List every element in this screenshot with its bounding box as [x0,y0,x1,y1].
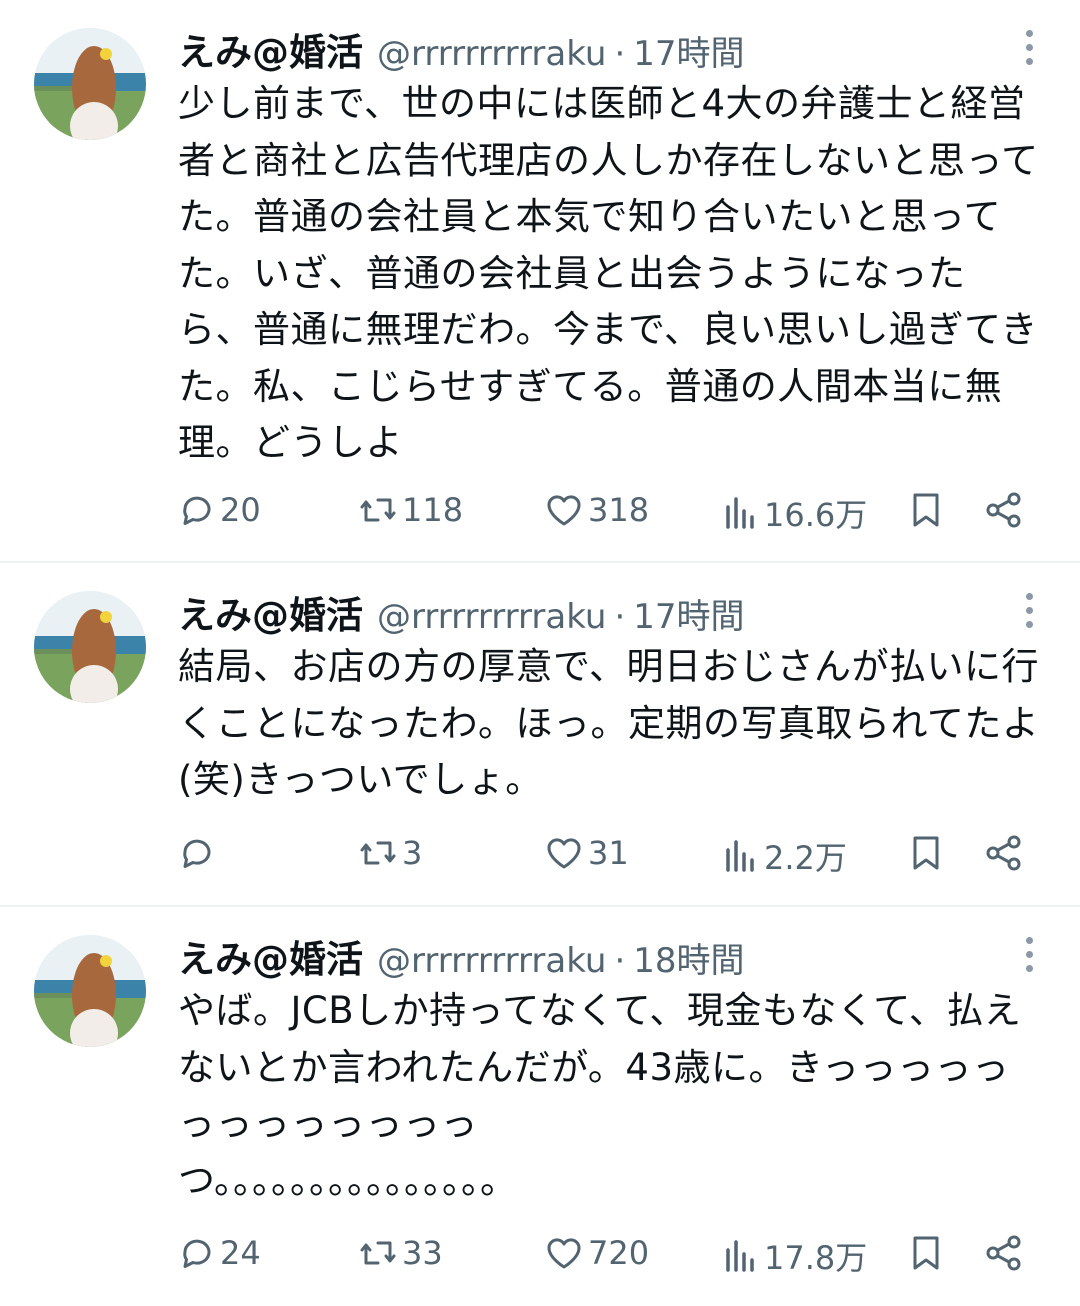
bookmark-icon [913,493,939,527]
share-button[interactable] [984,1233,1024,1273]
reply-icon [183,496,211,525]
user-handle[interactable]: @rrrrrrrrrraku [377,941,606,981]
reply-button[interactable] [176,833,220,873]
like-count: 31 [588,834,629,872]
views-count: 17.8万 [764,1239,868,1277]
tweet-text: 少し前まで、世の中には医師と4大の弁護士と経営者と商社と広告代理店の人しか存在し… [178,82,1039,464]
avatar[interactable] [34,591,146,703]
display-name[interactable]: えみ@婚活 [178,585,363,639]
reply-icon [183,1239,211,1268]
avatar[interactable] [34,935,146,1047]
heart-icon [547,495,581,526]
separator-dot: · [614,34,626,74]
like-button[interactable]: 720 [544,1233,649,1273]
tweet[interactable]: えみ@婚活 @rrrrrrrrrraku · 17時間 結局、お店の方の厚意で、… [0,563,1080,907]
timestamp[interactable]: 17時間 [633,589,744,638]
bookmark-button[interactable] [906,490,946,530]
share-icon [986,1235,1021,1271]
more-options-icon[interactable] [1022,937,1036,977]
bookmark-button[interactable] [906,1233,946,1273]
bar-chart-icon [726,840,754,872]
display-name[interactable]: えみ@婚活 [178,929,363,983]
share-icon [986,835,1021,871]
views-count: 2.2万 [764,839,847,877]
more-options-icon[interactable] [1022,30,1036,70]
reply-button[interactable]: 20 [176,490,261,530]
timestamp[interactable]: 17時間 [633,26,744,75]
reply-icon [183,839,211,868]
separator-dot: · [614,597,626,637]
retweet-count: 33 [402,1234,443,1272]
more-options-icon[interactable] [1022,593,1036,633]
like-button[interactable]: 31 [544,833,629,873]
tweet[interactable]: えみ@婚活 @rrrrrrrrrraku · 18時間 やば。JCBしか持ってな… [0,907,1080,1306]
retweet-button[interactable]: 3 [358,833,422,873]
tweet[interactable]: えみ@婚活 @rrrrrrrrrraku · 17時間 少し前まで、世の中には医… [0,0,1080,563]
bookmark-icon [913,836,939,870]
heart-icon [547,1238,581,1269]
retweet-icon [360,841,396,865]
retweet-button[interactable]: 33 [358,1233,443,1273]
display-name[interactable]: えみ@婚活 [178,22,363,76]
reply-count: 24 [220,1234,261,1272]
tweet-text: 結局、お店の方の厚意で、明日おじさんが払いに行くことになったわ。ほっ。定期の写真… [178,645,1040,801]
tweet-text: やば。JCBしか持ってなくて、現金もなくて、払えないとか言われたんだが。43歳に… [178,989,1022,1202]
share-button[interactable] [984,490,1024,530]
bar-chart-icon [726,1240,754,1272]
reply-count: 20 [220,491,261,529]
avatar[interactable] [34,28,146,140]
user-handle[interactable]: @rrrrrrrrrraku [377,34,606,74]
like-count: 318 [588,491,650,529]
retweet-count: 118 [402,491,464,529]
user-handle[interactable]: @rrrrrrrrrraku [377,597,606,637]
reply-button[interactable]: 24 [176,1233,261,1273]
like-count: 720 [588,1234,650,1272]
tweet-actions: 24 33 720 17.8万 [0,1233,1080,1279]
share-button[interactable] [984,833,1024,873]
views-button[interactable]: 17.8万 [720,1233,867,1279]
timestamp[interactable]: 18時間 [633,933,744,982]
bookmark-button[interactable] [906,833,946,873]
views-button[interactable]: 2.2万 [720,833,847,879]
like-button[interactable]: 318 [544,490,649,530]
heart-icon [547,838,581,869]
views-count: 16.6万 [764,496,868,534]
views-button[interactable]: 16.6万 [720,490,867,536]
retweet-icon [360,498,396,522]
retweet-count: 3 [402,834,423,872]
tweet-actions: 3 31 2.2万 [0,833,1080,879]
share-icon [986,492,1021,528]
retweet-button[interactable]: 118 [358,490,463,530]
bookmark-icon [913,1236,939,1270]
tweet-actions: 20 118 318 16.6万 [0,490,1080,536]
separator-dot: · [614,941,626,981]
bar-chart-icon [726,497,754,529]
retweet-icon [360,1241,396,1265]
